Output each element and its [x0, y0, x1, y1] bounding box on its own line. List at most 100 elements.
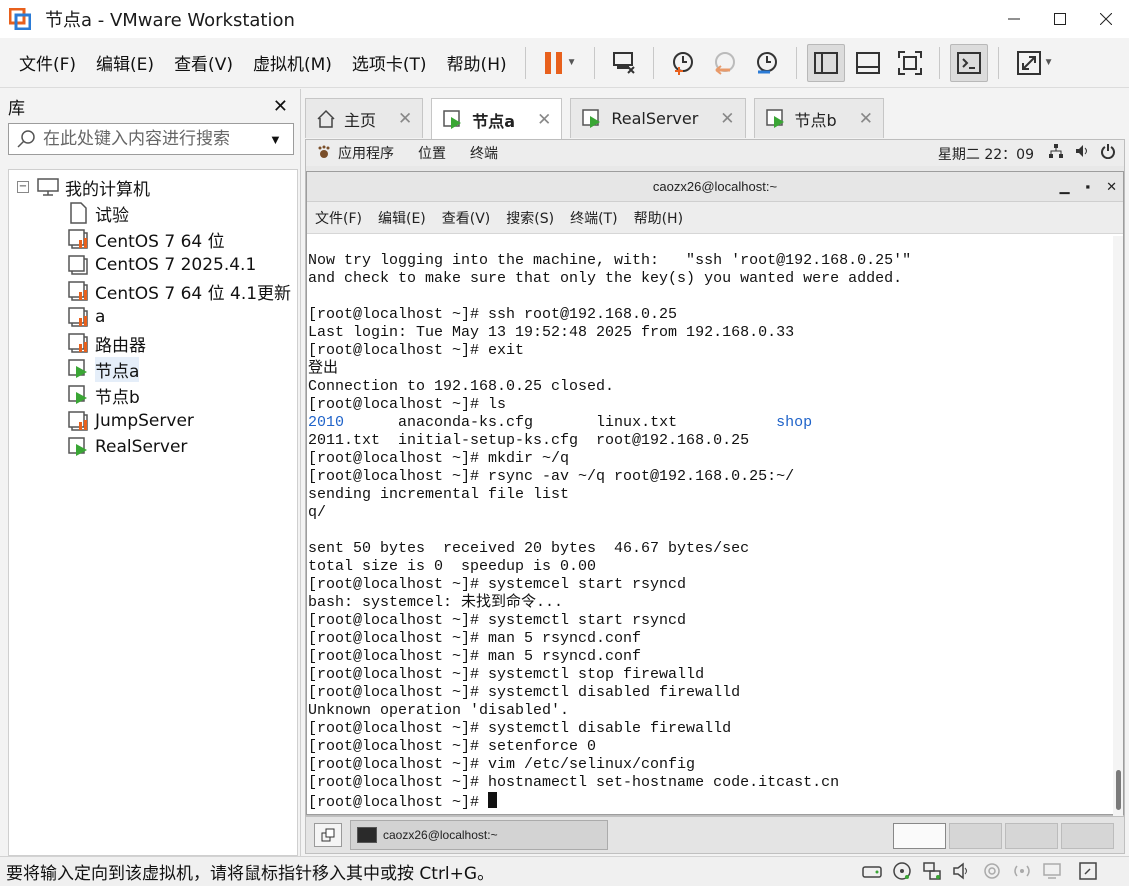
- terminal-line: Now try logging into the machine, with: …: [308, 252, 912, 269]
- maximize-button[interactable]: [1037, 0, 1083, 38]
- workspace-switcher: [893, 823, 1114, 849]
- collapse-icon[interactable]: −: [17, 181, 29, 193]
- pause-button[interactable]: ▼: [536, 44, 584, 82]
- terminal-menu-edit[interactable]: 编辑(E): [378, 208, 426, 228]
- wireless-icon[interactable]: [1011, 860, 1033, 882]
- tree-item-vm[interactable]: CentOS 7 2025.4.1: [9, 252, 297, 278]
- menu-tabs[interactable]: 选项卡(T): [342, 50, 437, 75]
- toolbar-separator: [524, 46, 526, 79]
- tree-root-my-computer[interactable]: − 我的计算机: [9, 174, 297, 200]
- terminal-menu-terminal[interactable]: 终端(T): [570, 208, 617, 228]
- gnome-terminal-menu[interactable]: 终端: [470, 143, 498, 163]
- terminal-output[interactable]: Now try logging into the machine, with: …: [307, 236, 1115, 816]
- search-input[interactable]: [43, 129, 269, 149]
- terminal-scrollbar[interactable]: [1113, 236, 1123, 816]
- terminal-line: [root@localhost ~]# systemctl stop firew…: [308, 666, 705, 683]
- tree-item-label: 路由器: [95, 335, 146, 356]
- terminal-menu-search[interactable]: 搜索(S): [506, 208, 554, 228]
- terminal-window[interactable]: caozx26@localhost:~ ▁ ▪ ✕ 文件(F) 编辑(E) 查看…: [306, 171, 1124, 816]
- taskbar-terminal-item[interactable]: caozx26@localhost:~: [350, 820, 608, 850]
- library-layout-icon: [813, 51, 838, 74]
- minimize-button[interactable]: [991, 0, 1037, 38]
- workspace-4[interactable]: [1061, 823, 1114, 849]
- workspace-2[interactable]: [949, 823, 1002, 849]
- tree-item-vm[interactable]: JumpServer: [9, 408, 297, 434]
- gnome-top-bar: 应用程序 位置 终端 星期二 22：09: [306, 140, 1124, 166]
- send-ctrl-alt-del-button[interactable]: [605, 44, 643, 82]
- show-desktop-button[interactable]: [314, 823, 342, 847]
- volume-icon: [1076, 145, 1087, 157]
- tab-close-icon[interactable]: ✕: [398, 109, 412, 129]
- gnome-clock[interactable]: 星期二 22：09: [938, 144, 1034, 164]
- terminal-maximize-button[interactable]: ▪: [1085, 179, 1090, 195]
- gnome-applications-menu[interactable]: 应用程序: [338, 143, 394, 163]
- terminal-menu-file[interactable]: 文件(F): [315, 208, 362, 228]
- tab-home[interactable]: 主页 ✕: [305, 98, 424, 138]
- vm-running-icon: [67, 436, 89, 458]
- network-adapter-icon[interactable]: [921, 860, 943, 882]
- tab-realserver[interactable]: RealServer ✕: [570, 98, 746, 138]
- tree-item-vm[interactable]: CentOS 7 64 位 4.1更新: [9, 278, 297, 304]
- scrollbar-thumb[interactable]: [1116, 770, 1121, 810]
- menu-edit[interactable]: 编辑(E): [86, 50, 164, 75]
- tree-item-vm[interactable]: RealServer: [9, 434, 297, 460]
- tab-close-icon[interactable]: ✕: [859, 109, 873, 129]
- chevron-down-icon[interactable]: ▼: [1044, 57, 1054, 68]
- console-view-button[interactable]: [949, 43, 988, 82]
- terminal-menu-view[interactable]: 查看(V): [442, 208, 491, 228]
- vm-console[interactable]: 应用程序 位置 终端 星期二 22：09 caozx26@localhost:~…: [305, 139, 1125, 816]
- usb-icon[interactable]: [981, 860, 1003, 882]
- menu-help[interactable]: 帮助(H): [437, 50, 517, 75]
- tree-item-vm[interactable]: 路由器: [9, 330, 297, 356]
- show-thumbnail-button[interactable]: [849, 44, 887, 82]
- sound-card-icon[interactable]: [951, 860, 973, 882]
- terminal-line: [root@localhost ~]# mkdir ~/q: [308, 450, 570, 467]
- terminal-title: caozx26@localhost:~: [652, 179, 778, 194]
- window-title: 节点a - VMware Workstation: [45, 10, 295, 31]
- workspace-3[interactable]: [1005, 823, 1058, 849]
- display-icon[interactable]: [1041, 860, 1063, 882]
- terminal-menu-help[interactable]: 帮助(H): [634, 208, 683, 228]
- library-title: 库: [8, 98, 25, 118]
- message-log-icon[interactable]: [1077, 860, 1099, 882]
- menu-file[interactable]: 文件(F): [9, 50, 86, 75]
- full-screen-icon: [897, 50, 922, 75]
- terminal-line: and check to make sure that only the key…: [308, 270, 903, 287]
- tab-node-b[interactable]: 节点b ✕: [753, 98, 884, 138]
- close-button[interactable]: [1083, 0, 1129, 38]
- home-icon: [317, 109, 335, 128]
- full-screen-button[interactable]: [891, 44, 929, 82]
- stretch-guest-button[interactable]: ▼: [1009, 44, 1061, 82]
- tab-node-a[interactable]: 节点a ✕: [431, 98, 563, 140]
- tree-item-vm[interactable]: 节点b: [9, 382, 297, 408]
- terminal-cursor: [488, 792, 498, 808]
- menu-vm[interactable]: 虚拟机(M): [243, 50, 342, 75]
- show-library-button[interactable]: [806, 43, 845, 82]
- tree-item-vm[interactable]: CentOS 7 64 位: [9, 226, 297, 252]
- tab-label: RealServer: [611, 109, 699, 128]
- menu-view[interactable]: 查看(V): [164, 50, 243, 75]
- tab-label: 主页: [344, 110, 377, 130]
- terminal-close-button[interactable]: ✕: [1106, 179, 1117, 195]
- library-close-icon[interactable]: ✕: [273, 96, 288, 117]
- snapshot-manager-icon: [756, 51, 777, 73]
- gnome-places-menu[interactable]: 位置: [418, 143, 446, 163]
- revert-snapshot-button[interactable]: [706, 44, 744, 82]
- tab-close-icon[interactable]: ✕: [720, 109, 734, 129]
- terminal-minimize-button[interactable]: ▁: [1059, 179, 1069, 195]
- cd-dvd-icon[interactable]: [891, 860, 913, 882]
- hard-disk-icon[interactable]: [861, 860, 883, 882]
- workspace-1[interactable]: [893, 823, 946, 849]
- tree-item-vm[interactable]: a: [9, 304, 297, 330]
- search-dropdown-icon[interactable]: ▼: [269, 132, 293, 147]
- terminal-line: 2010 anaconda-ks.cfg linux.txt shop: [308, 414, 813, 431]
- chevron-down-icon[interactable]: ▼: [567, 57, 577, 68]
- tree-item-vm[interactable]: 节点a: [9, 356, 297, 382]
- snapshot-button[interactable]: [664, 44, 702, 82]
- terminal-line: [root@localhost ~]# setenforce 0: [308, 738, 597, 755]
- tree-item-vm[interactable]: 试验: [9, 200, 297, 226]
- tab-close-icon[interactable]: ✕: [537, 110, 551, 130]
- snapshot-manager-button[interactable]: [748, 44, 786, 82]
- terminal-line: Last login: Tue May 13 19:52:48 2025 fro…: [308, 324, 795, 341]
